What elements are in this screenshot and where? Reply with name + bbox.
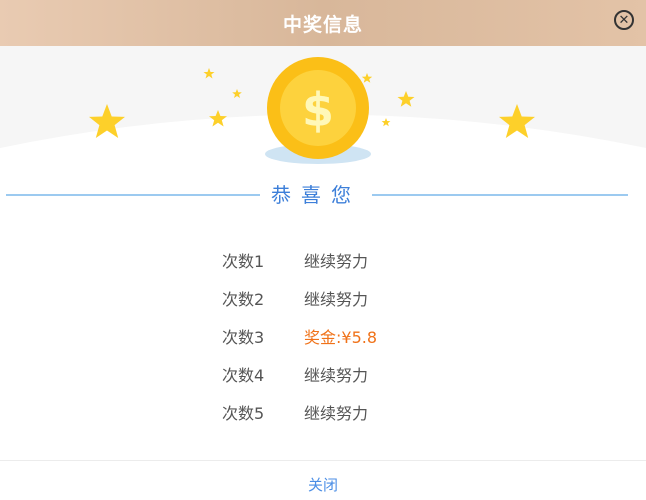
result-row: 次数4 继续努力 bbox=[0, 354, 646, 392]
result-row: 次数2 继续努力 bbox=[0, 278, 646, 316]
divider-line-left bbox=[6, 194, 260, 196]
attempt-result: 继续努力 bbox=[304, 290, 369, 309]
hero-illustration: $ bbox=[0, 46, 646, 166]
attempt-result: 继续努力 bbox=[304, 366, 369, 385]
star-icon bbox=[381, 118, 391, 127]
footer-divider bbox=[0, 460, 646, 461]
attempt-result: 继续努力 bbox=[304, 404, 369, 423]
dialog-title: 中奖信息 bbox=[282, 13, 363, 36]
attempt-label: 次数1 bbox=[222, 252, 265, 271]
attempt-label: 次数4 bbox=[222, 366, 265, 385]
result-row: 次数3 奖金:¥5.8 bbox=[0, 316, 646, 354]
dialog-header: 中奖信息 ✕ bbox=[0, 0, 646, 46]
coin-icon: $ bbox=[267, 57, 369, 159]
coin-symbol: $ bbox=[302, 83, 334, 137]
close-icon[interactable]: ✕ bbox=[614, 10, 634, 30]
result-row: 次数1 继续努力 bbox=[0, 240, 646, 278]
divider-line-right bbox=[372, 194, 628, 196]
result-row: 次数5 继续努力 bbox=[0, 392, 646, 430]
attempt-label: 次数5 bbox=[222, 404, 265, 423]
hero-svg: $ bbox=[0, 46, 646, 164]
close-button[interactable]: 关闭 bbox=[0, 474, 646, 495]
congrats-banner: 恭喜您 bbox=[0, 175, 646, 215]
attempt-label: 次数3 bbox=[222, 328, 265, 347]
attempt-result: 继续努力 bbox=[304, 252, 369, 271]
attempt-label: 次数2 bbox=[222, 290, 265, 309]
attempt-result-prize: 奖金:¥5.8 bbox=[304, 328, 378, 347]
congrats-text: 恭喜您 bbox=[271, 183, 361, 207]
